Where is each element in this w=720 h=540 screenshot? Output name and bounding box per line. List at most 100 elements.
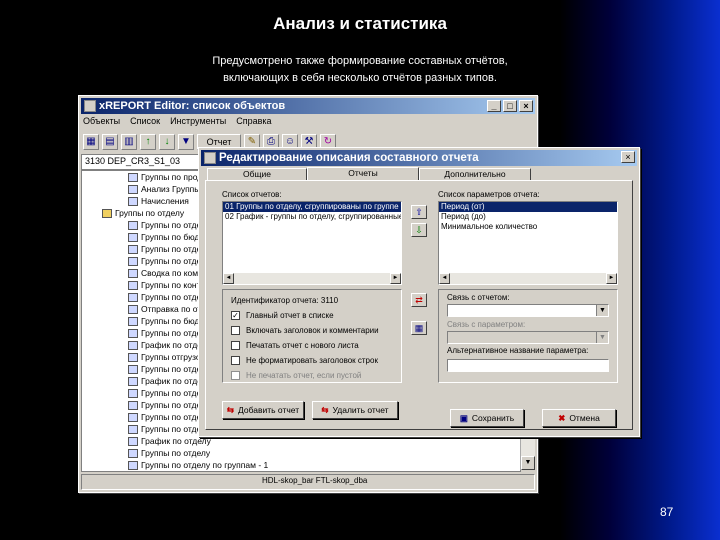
reports-horizontal-scrollbar[interactable]: ◄ ► (223, 273, 401, 284)
param-link-group: Связь с отчетом: ▼ Связь с параметром: ▼… (438, 289, 618, 383)
chevron-down-icon: ▼ (596, 332, 608, 343)
report-icon (128, 425, 138, 435)
minimize-icon[interactable]: _ (487, 100, 501, 112)
report-icon (128, 413, 138, 423)
report-icon (128, 329, 138, 339)
reports-listbox[interactable]: 01 Группы по отделу, сгруппированы по гр… (222, 201, 402, 285)
report-icon (128, 437, 138, 447)
dialog-icon (204, 152, 216, 164)
close-icon[interactable]: × (519, 100, 533, 112)
menu-help[interactable]: Справка (236, 116, 271, 130)
link-report-select[interactable]: ▼ (447, 304, 609, 317)
report-icon (128, 173, 138, 183)
filter-icon[interactable]: ▼ (178, 134, 194, 150)
report-icon (128, 341, 138, 351)
grid-edit-icon[interactable]: ▤ (102, 134, 118, 150)
chevron-down-icon[interactable]: ▼ (596, 305, 608, 316)
slide-subtitle-line2: включающих в себя несколько отчётов разн… (223, 72, 497, 84)
report-icon (128, 233, 138, 243)
move-down-icon[interactable]: ⇩ (411, 223, 427, 237)
alt-name-input[interactable] (447, 359, 609, 372)
object-list-titlebar: xREPORT Editor: список объектов _ □ × (81, 98, 535, 114)
tree-item[interactable]: Группы по отделу по группам - 1 (82, 459, 520, 471)
add-report-icon: ⇆ (226, 405, 234, 415)
checkbox-main-report[interactable]: ✓ Главный отчет в списке (231, 310, 334, 322)
maximize-icon[interactable]: □ (503, 100, 517, 112)
report-list-item[interactable]: 02 График - группы по отделу, сгруппиров… (223, 212, 401, 222)
report-icon (128, 317, 138, 327)
dialog-titlebar: Редактирование описания составного отчет… (201, 150, 637, 166)
arrow-up-icon[interactable]: ↑ (140, 134, 156, 150)
param-list-item[interactable]: Период (от) (439, 202, 617, 212)
cancel-button[interactable]: ✖ Отмена (542, 409, 616, 427)
checkbox-label: Не форматировать заголовок строк (246, 356, 378, 365)
tree-item-label: Группы по отделу по группам - 1 (141, 460, 269, 470)
scroll-left-icon[interactable]: ◄ (439, 273, 450, 284)
checkbox-no-format-header-box[interactable] (231, 356, 240, 366)
dialog-title: Редактирование описания составного отчет… (219, 152, 479, 164)
add-report-button[interactable]: ⇆ Добавить отчет (222, 401, 304, 419)
param-list-item[interactable]: Минимальное количество (439, 222, 617, 232)
report-icon (128, 245, 138, 255)
link-report-label: Связь с отчетом: (447, 293, 510, 302)
report-icon (128, 185, 138, 195)
composite-report-dialog: Редактирование описания составного отчет… (198, 147, 640, 437)
report-identifier-label: Идентификатор отчета: 3110 (231, 296, 339, 305)
params-listbox[interactable]: Период (от) Период (до) Минимальное коли… (438, 201, 618, 285)
param-list-item[interactable]: Период (до) (439, 212, 617, 222)
report-icon (128, 389, 138, 399)
menu-list[interactable]: Список (130, 116, 160, 130)
save-button[interactable]: ▣ Сохранить (450, 409, 524, 427)
checkbox-new-sheet-box[interactable] (231, 341, 240, 351)
params-horizontal-scrollbar[interactable]: ◄ ► (439, 273, 617, 284)
reports-list-label: Список отчетов: (222, 190, 282, 199)
page-number: 87 (660, 505, 674, 519)
app-icon (84, 100, 96, 112)
tree-item[interactable]: Группы по отделу по группам - 2 (82, 471, 520, 472)
tree-item[interactable]: Группы по отделу (82, 447, 520, 459)
checkbox-main-report-box[interactable]: ✓ (231, 311, 240, 321)
checkbox-skip-empty: Не печатать отчет, если пустой (231, 370, 361, 382)
move-up-icon[interactable]: ⇧ (411, 205, 427, 219)
grid-icon[interactable]: ▦ (83, 134, 99, 150)
report-icon (128, 293, 138, 303)
scroll-right-icon[interactable]: ► (606, 273, 617, 284)
delete-report-button[interactable]: ⇆ Удалить отчет (312, 401, 398, 419)
report-icon (128, 401, 138, 411)
checkbox-no-format-header[interactable]: Не форматировать заголовок строк (231, 355, 378, 367)
checkbox-include-header[interactable]: Включать заголовок и комментарии (231, 325, 379, 337)
scroll-right-icon[interactable]: ► (390, 273, 401, 284)
report-icon (128, 449, 138, 459)
scroll-down-icon[interactable]: ▼ (521, 456, 535, 470)
params-table-icon[interactable]: ▦ (411, 321, 427, 335)
grid-list-icon[interactable]: ▥ (121, 134, 137, 150)
tree-item-label: Начисления (141, 196, 189, 206)
save-button-label: Сохранить (471, 413, 515, 423)
params-list-label: Список параметров отчета: (438, 190, 540, 199)
tree-item-label: Группы по отделу (141, 448, 211, 458)
report-icon (128, 257, 138, 267)
checkbox-include-header-box[interactable] (231, 326, 240, 336)
delete-report-label: Удалить отчет (332, 405, 389, 415)
report-list-item[interactable]: 01 Группы по отделу, сгруппированы по гр… (223, 202, 401, 212)
menu-tools[interactable]: Инструменты (170, 116, 226, 130)
tab-reports[interactable]: Отчеты (307, 167, 419, 181)
checkbox-label: Печатать отчет с нового листа (246, 341, 359, 350)
dialog-close-icon[interactable]: × (621, 151, 635, 163)
report-icon (128, 269, 138, 279)
report-icon (128, 377, 138, 387)
report-icon (128, 365, 138, 375)
report-icon (128, 353, 138, 363)
checkbox-new-sheet[interactable]: Печатать отчет с нового листа (231, 340, 359, 352)
report-icon (128, 197, 138, 207)
menu-bar: Объекты Список Инструменты Справка (83, 116, 272, 130)
arrow-down-icon[interactable]: ↓ (159, 134, 175, 150)
reports-tab-panel: Список отчетов: 01 Группы по отделу, сгр… (205, 180, 633, 430)
menu-objects[interactable]: Объекты (83, 116, 120, 130)
scroll-left-icon[interactable]: ◄ (223, 273, 234, 284)
link-arrows-icon[interactable]: ⇄ (411, 293, 427, 307)
link-param-label: Связь с параметром: (447, 320, 526, 329)
delete-report-icon: ⇆ (321, 405, 329, 415)
cancel-icon: ✖ (558, 413, 566, 423)
status-bar: HDL-skop_bar FTL-skop_dba (81, 474, 535, 490)
